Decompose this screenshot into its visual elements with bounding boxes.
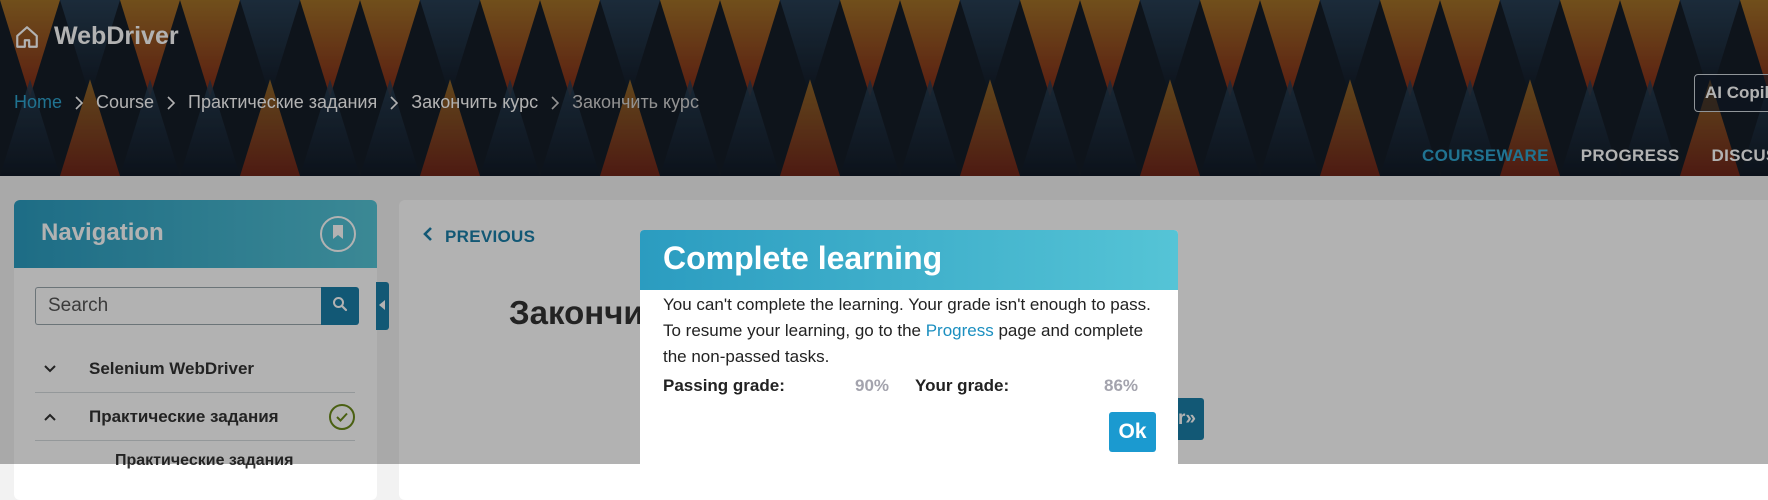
dialog-title: Complete learning: [640, 230, 1178, 290]
grade-summary: Passing grade: 90% Your grade: 86%: [663, 376, 1153, 406]
ok-button[interactable]: Ok: [1109, 412, 1156, 452]
progress-link[interactable]: Progress: [926, 321, 994, 340]
dialog-message: You can't complete the learning. Your gr…: [663, 292, 1153, 370]
your-grade-value: 86%: [1104, 376, 1138, 396]
complete-learning-dialog: Complete learning You can't complete the…: [640, 230, 1178, 480]
passing-grade-label: Passing grade:: [663, 376, 785, 396]
your-grade-label: Your grade:: [915, 376, 1009, 396]
passing-grade-value: 90%: [855, 376, 889, 396]
